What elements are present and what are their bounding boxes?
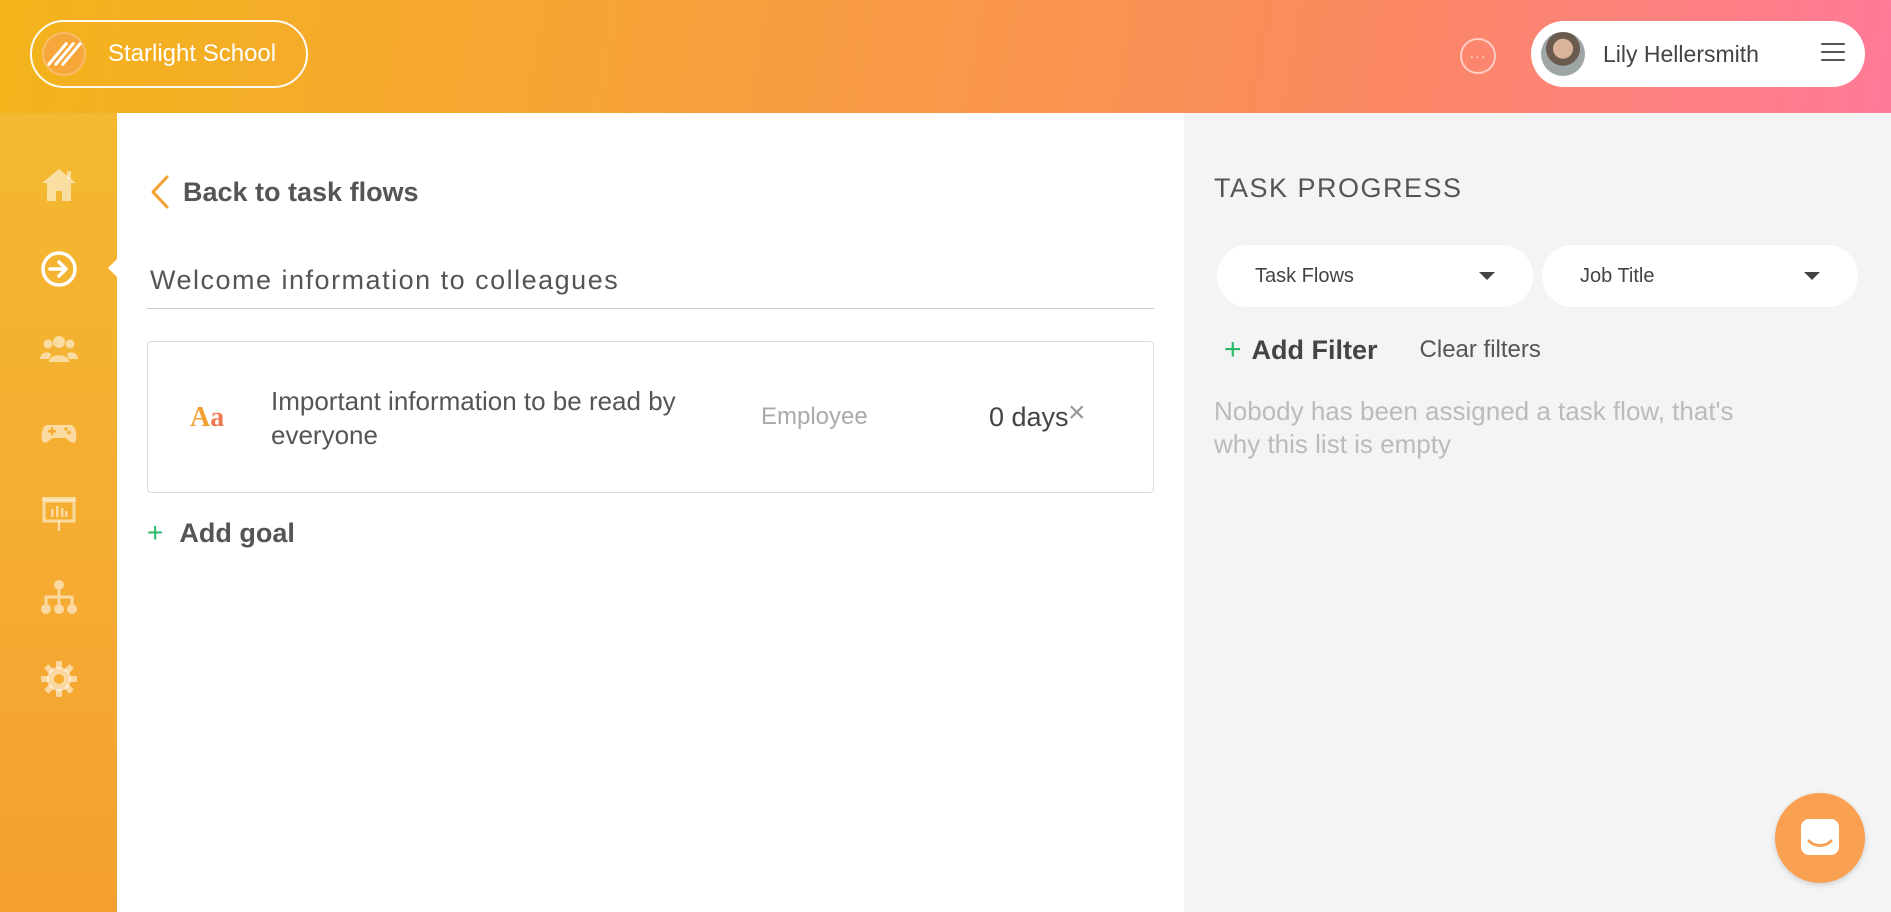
add-goal-button[interactable]: + Add goal xyxy=(147,517,295,549)
gamepad-icon xyxy=(41,425,77,443)
sidebar-item-games[interactable] xyxy=(37,411,81,455)
back-link[interactable]: Back to task flows xyxy=(147,173,419,211)
main-content: Back to task flows Welcome information t… xyxy=(117,113,1184,912)
task-progress-panel: TASK PROGRESS Task Flows Job Title + Add… xyxy=(1184,113,1891,912)
job-title-select[interactable]: Job Title xyxy=(1542,245,1858,307)
add-filter-button[interactable]: Add Filter xyxy=(1252,335,1378,366)
chat-icon xyxy=(1801,819,1839,855)
empty-state-message: Nobody has been assigned a task flow, th… xyxy=(1214,396,1734,459)
more-options-button[interactable]: ··· xyxy=(1460,38,1496,74)
back-link-label: Back to task flows xyxy=(183,176,419,207)
sidebar-item-task-flows[interactable] xyxy=(37,247,81,291)
select-value: Job Title xyxy=(1580,264,1655,287)
people-icon xyxy=(40,336,78,362)
plus-icon: + xyxy=(1224,333,1242,366)
goal-title: Important information to be read by ever… xyxy=(271,386,676,450)
active-item-indicator xyxy=(108,259,117,277)
user-menu[interactable]: Lily Hellersmith xyxy=(1531,21,1865,87)
gear-icon xyxy=(41,661,77,697)
org-chart-icon xyxy=(41,580,77,614)
avatar xyxy=(1541,32,1585,76)
user-name: Lily Hellersmith xyxy=(1603,40,1759,67)
sidebar-item-settings[interactable] xyxy=(37,657,81,701)
goal-duration: 0 days xyxy=(989,402,1069,432)
caret-down-icon xyxy=(1804,272,1820,280)
sidebar-item-people[interactable] xyxy=(37,327,81,371)
school-switcher[interactable]: Starlight School xyxy=(30,20,308,88)
clear-filters-button[interactable]: Clear filters xyxy=(1420,336,1541,364)
task-flows-select[interactable]: Task Flows xyxy=(1217,245,1533,307)
goal-assignee-role: Employee xyxy=(761,403,868,430)
task-flow-icon xyxy=(41,251,77,287)
plus-icon: + xyxy=(147,517,164,548)
filter-controls: + Add Filter Clear filters xyxy=(1224,333,1541,367)
school-logo-icon xyxy=(42,32,86,76)
task-flow-title-input[interactable]: Welcome information to colleagues xyxy=(147,265,1154,309)
hamburger-menu-icon[interactable] xyxy=(1821,43,1845,63)
add-goal-label: Add goal xyxy=(179,517,295,548)
home-icon xyxy=(42,169,76,201)
presentation-icon xyxy=(42,497,76,531)
top-header: Starlight School ··· Lily Hellersmith xyxy=(0,0,1891,113)
goal-card[interactable]: Aa Important information to be read by e… xyxy=(147,341,1154,493)
caret-down-icon xyxy=(1479,272,1495,280)
sidebar-item-organization[interactable] xyxy=(37,575,81,619)
remove-goal-button[interactable]: × xyxy=(1068,398,1086,428)
panel-title: TASK PROGRESS xyxy=(1214,173,1463,203)
select-value: Task Flows xyxy=(1255,264,1354,287)
school-name: Starlight School xyxy=(108,40,277,67)
chat-launcher-button[interactable] xyxy=(1775,793,1865,883)
text-type-icon: Aa xyxy=(190,402,225,433)
chevron-left-icon xyxy=(151,175,169,209)
sidebar-item-presentations[interactable] xyxy=(37,491,81,535)
sidebar xyxy=(0,113,117,912)
sidebar-item-home[interactable] xyxy=(37,163,81,207)
